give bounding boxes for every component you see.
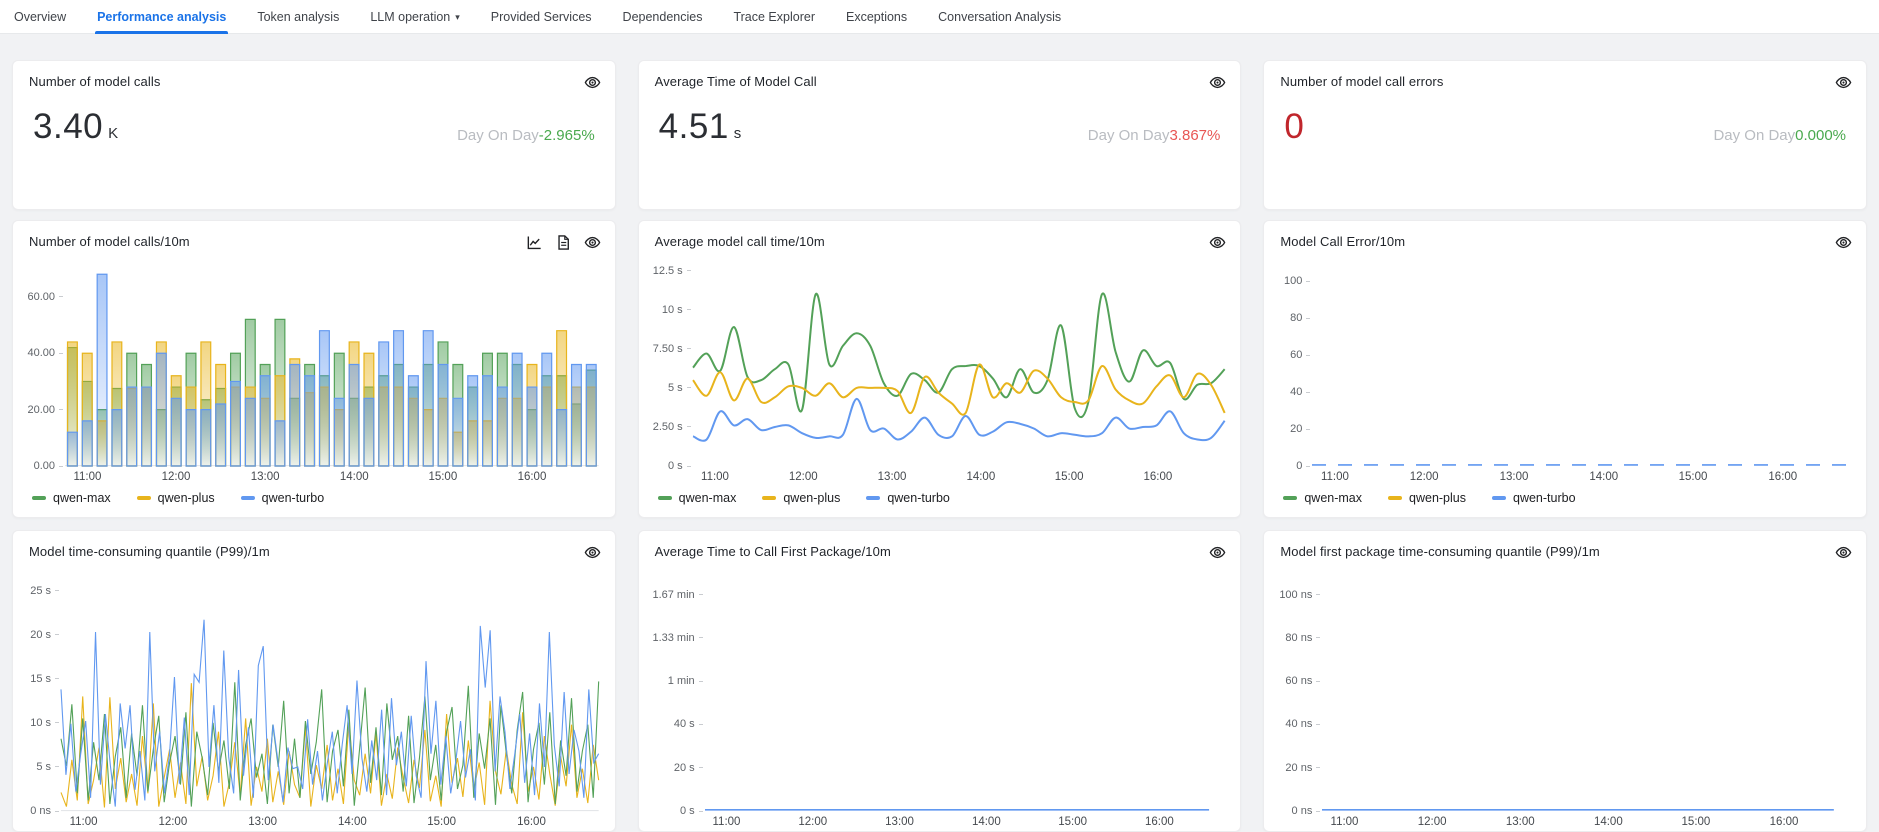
tab-token-analysis[interactable]: Token analysis [257,0,339,33]
eye-icon[interactable] [1835,544,1852,561]
eye-icon[interactable] [1209,544,1226,561]
chart-legend: qwen-max qwen-plus qwen-turbo [639,486,1241,517]
kpi-row: Number of model calls 3.40K Day On Day-2… [12,60,1867,210]
legend-label: qwen-plus [1409,491,1466,505]
chart-row-1: Number of model calls/10m 0.0020.0040.00… [12,220,1867,518]
legend-label: qwen-max [53,491,111,505]
legend-swatch [1492,496,1506,500]
legend-swatch [32,496,46,500]
tab-llm-operation[interactable]: LLM operation ▾ [370,0,459,33]
line-chart-icon[interactable] [526,234,543,251]
tab-label: LLM operation [370,10,450,24]
tab-provided-services[interactable]: Provided Services [491,0,592,33]
day-on-day: Day On Day-2.965% [457,127,595,144]
first-package-avg-chart[interactable]: 0 s20 s40 s1 min1.33 min1.67 min11:0012:… [641,573,1225,831]
legend-label: qwen-max [679,491,737,505]
day-on-day: Day On Day0.000% [1713,127,1846,144]
legend-swatch [762,496,776,500]
model-calls-bar-chart[interactable]: 0.0020.0040.0060.0011:0012:0013:0014:001… [15,263,599,486]
tab-label: Trace Explorer [733,10,815,24]
card-title: Model time-consuming quantile (P99)/1m [29,544,270,559]
card-title: Average model call time/10m [655,234,825,249]
avg-call-time-line-chart[interactable]: 0 s2.50 s5 s7.50 s10 s12.5 s11:0012:0013… [641,263,1225,486]
dashboard: Number of model calls 3.40K Day On Day-2… [0,60,1879,832]
kpi-value: 3.40K [33,109,118,144]
kpi-card-model-calls: Number of model calls 3.40K Day On Day-2… [12,60,616,210]
legend-label: qwen-turbo [887,491,950,505]
legend-swatch [658,496,672,500]
first-package-p99-chart[interactable]: 0 ns20 ns40 ns60 ns80 ns100 ns11:0012:00… [1266,573,1850,831]
tab-label: Conversation Analysis [938,10,1061,24]
eye-icon[interactable] [1835,234,1852,251]
tab-label: Performance analysis [97,10,226,24]
legend-item-qwen-turbo[interactable]: qwen-turbo [1492,491,1576,505]
card-title: Model first package time-consuming quant… [1280,544,1600,559]
chart-card-first-package-avg-10m: Average Time to Call First Package/10m 0… [638,530,1242,832]
legend-swatch [241,496,255,500]
legend-label: qwen-plus [783,491,840,505]
day-on-day-value: 3.867% [1169,127,1220,144]
document-icon[interactable] [555,234,572,251]
kpi-card-avg-call-time: Average Time of Model Call 4.51s Day On … [638,60,1242,210]
chart-legend: qwen-max qwen-plus qwen-turbo [13,486,615,517]
day-on-day-value: -2.965% [539,127,595,144]
kpi-card-call-errors: Number of model call errors 0 Day On Day… [1263,60,1867,210]
card-title: Number of model calls [29,74,160,89]
chart-card-p99-quantile-1m: Model time-consuming quantile (P99)/1m 0… [12,530,616,832]
legend-item-qwen-turbo[interactable]: qwen-turbo [866,491,950,505]
chart-card-avg-call-time-10m: Average model call time/10m 0 s2.50 s5 s… [638,220,1242,518]
card-title: Number of model call errors [1280,74,1443,89]
chevron-down-icon: ▾ [455,13,460,22]
legend-item-qwen-plus[interactable]: qwen-plus [137,491,215,505]
chart-card-call-error-10m: Model Call Error/10m 02040608010011:0012… [1263,220,1867,518]
kpi-value: 0 [1284,109,1309,144]
tab-bar: Overview Performance analysis Token anal… [0,0,1879,34]
kpi-value: 4.51s [659,109,742,144]
card-title: Number of model calls/10m [29,234,190,249]
eye-icon[interactable] [584,234,601,251]
card-title: Average Time of Model Call [655,74,817,89]
eye-icon[interactable] [584,74,601,91]
p99-quantile-chart[interactable]: 0 ns5 s10 s15 s20 s25 s11:0012:0013:0014… [15,573,599,831]
chart-card-first-package-p99-1m: Model first package time-consuming quant… [1263,530,1867,832]
tab-label: Token analysis [257,10,339,24]
legend-item-qwen-max[interactable]: qwen-max [658,491,737,505]
legend-item-qwen-max[interactable]: qwen-max [1283,491,1362,505]
legend-label: qwen-turbo [1513,491,1576,505]
tab-dependencies[interactable]: Dependencies [623,0,703,33]
eye-icon[interactable] [1209,74,1226,91]
tab-conversation-analysis[interactable]: Conversation Analysis [938,0,1061,33]
legend-swatch [137,496,151,500]
tab-overview[interactable]: Overview [14,0,66,33]
legend-item-qwen-plus[interactable]: qwen-plus [1388,491,1466,505]
legend-label: qwen-turbo [262,491,325,505]
legend-swatch [866,496,880,500]
day-on-day: Day On Day3.867% [1088,127,1221,144]
legend-item-qwen-max[interactable]: qwen-max [32,491,111,505]
chart-card-model-calls-10m: Number of model calls/10m 0.0020.0040.00… [12,220,616,518]
eye-icon[interactable] [1209,234,1226,251]
legend-item-qwen-plus[interactable]: qwen-plus [762,491,840,505]
eye-icon[interactable] [584,544,601,561]
legend-label: qwen-max [1304,491,1362,505]
call-error-chart[interactable]: 02040608010011:0012:0013:0014:0015:0016:… [1266,263,1850,486]
chart-row-2: Model time-consuming quantile (P99)/1m 0… [12,530,1867,832]
tab-label: Dependencies [623,10,703,24]
card-title: Average Time to Call First Package/10m [655,544,891,559]
tab-trace-explorer[interactable]: Trace Explorer [733,0,815,33]
tab-label: Provided Services [491,10,592,24]
card-title: Model Call Error/10m [1280,234,1405,249]
legend-item-qwen-turbo[interactable]: qwen-turbo [241,491,325,505]
tab-label: Exceptions [846,10,907,24]
tab-performance-analysis[interactable]: Performance analysis [97,0,226,33]
legend-swatch [1388,496,1402,500]
tab-label: Overview [14,10,66,24]
day-on-day-value: 0.000% [1795,127,1846,144]
chart-legend: qwen-max qwen-plus qwen-turbo [1264,486,1866,517]
legend-label: qwen-plus [158,491,215,505]
tab-exceptions[interactable]: Exceptions [846,0,907,33]
legend-swatch [1283,496,1297,500]
eye-icon[interactable] [1835,74,1852,91]
